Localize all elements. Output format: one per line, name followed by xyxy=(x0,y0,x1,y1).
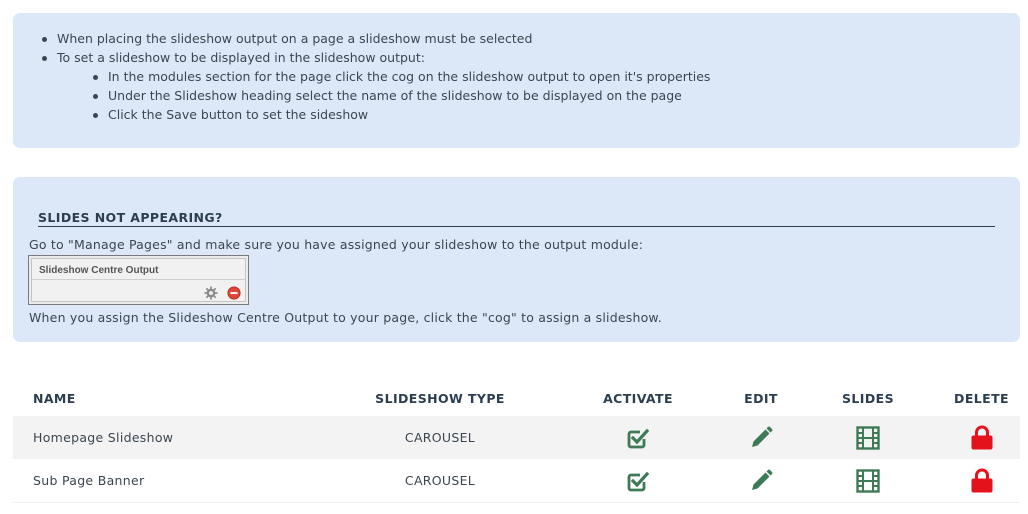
help-instruction: When you assign the Slideshow Centre Out… xyxy=(29,310,662,325)
slides-cell xyxy=(793,416,943,459)
pencil-icon[interactable] xyxy=(749,469,773,493)
help-instruction: Go to "Manage Pages" and make sure you h… xyxy=(29,237,644,252)
pencil-icon[interactable] xyxy=(749,426,773,450)
lock-icon[interactable] xyxy=(970,468,994,494)
info-bullet: To set a slideshow to be displayed in th… xyxy=(40,48,710,67)
check-square-icon[interactable] xyxy=(626,426,650,450)
edit-cell xyxy=(729,416,793,459)
module-title: Slideshow Centre Output xyxy=(39,265,159,276)
check-square-icon[interactable] xyxy=(626,469,650,493)
remove-icon xyxy=(227,286,241,300)
lock-icon[interactable] xyxy=(970,425,994,451)
table-header-row: NAME SLIDESHOW TYPE ACTIVATE EDIT SLIDES… xyxy=(13,380,1020,416)
slideshow-table: NAME SLIDESHOW TYPE ACTIVATE EDIT SLIDES… xyxy=(13,380,1020,503)
help-panel: SLIDES NOT APPEARING? Go to "Manage Page… xyxy=(13,177,1020,342)
module-example-inner: Slideshow Centre Output xyxy=(31,258,246,302)
film-icon[interactable] xyxy=(856,468,880,493)
info-bullet-list: When placing the slideshow output on a p… xyxy=(40,29,710,124)
slideshow-type: CAROUSEL xyxy=(333,459,547,503)
slideshow-type: CAROUSEL xyxy=(333,416,547,459)
slides-cell xyxy=(793,459,943,503)
column-header-edit: EDIT xyxy=(744,390,778,406)
delete-cell xyxy=(943,416,1020,459)
column-header-type[interactable]: SLIDESHOW TYPE xyxy=(333,380,547,416)
column-header-activate: ACTIVATE xyxy=(603,390,673,406)
help-title: SLIDES NOT APPEARING? xyxy=(38,210,995,227)
module-divider xyxy=(32,279,245,280)
film-icon[interactable] xyxy=(856,425,880,450)
slideshow-name: Homepage Slideshow xyxy=(13,416,333,459)
info-sub-bullet: In the modules section for the page clic… xyxy=(91,67,710,86)
info-sub-bullet: Under the Slideshow heading select the n… xyxy=(91,86,710,105)
column-header-name[interactable]: NAME xyxy=(13,380,333,416)
delete-cell xyxy=(943,459,1020,503)
info-sub-bullet-list: In the modules section for the page clic… xyxy=(40,67,710,124)
cog-icon xyxy=(204,286,218,300)
activate-cell xyxy=(547,416,729,459)
info-panel: When placing the slideshow output on a p… xyxy=(13,13,1020,148)
column-header-delete: DELETE xyxy=(954,390,1009,406)
slideshow-name: Sub Page Banner xyxy=(13,459,333,503)
module-example-image: Slideshow Centre Output xyxy=(28,255,249,305)
activate-cell xyxy=(547,459,729,503)
edit-cell xyxy=(729,459,793,503)
info-sub-bullet: Click the Save button to set the sidesho… xyxy=(91,105,710,124)
table-row: Sub Page Banner CAROUSEL xyxy=(13,459,1020,503)
column-header-slides: SLIDES xyxy=(842,390,894,406)
info-bullet: When placing the slideshow output on a p… xyxy=(40,29,710,48)
table-row: Homepage Slideshow CAROUSEL xyxy=(13,416,1020,459)
